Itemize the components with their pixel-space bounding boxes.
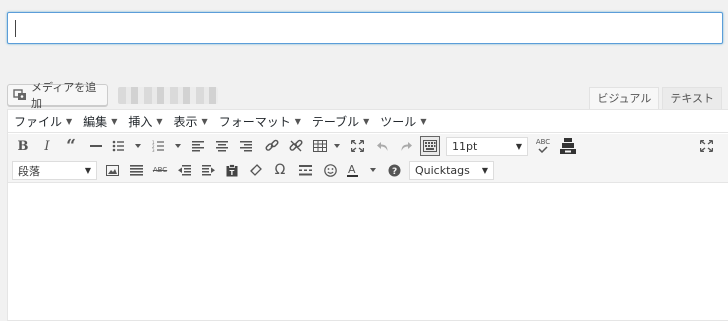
bullet-list-icon[interactable] [112, 136, 142, 156]
undo-icon[interactable] [374, 136, 390, 156]
horizontal-rule-icon[interactable] [88, 136, 104, 156]
special-char-icon[interactable]: Ω [272, 160, 288, 180]
quicktags-value: Quicktags [415, 164, 470, 177]
align-left-icon[interactable] [191, 136, 205, 156]
link-icon[interactable] [264, 136, 280, 156]
svg-text:?: ? [392, 167, 397, 177]
menu-format[interactable]: フォーマット ▼ [219, 113, 301, 130]
menu-tools[interactable]: ツール ▼ [380, 113, 426, 130]
media-icon [13, 89, 27, 101]
chevron-down-icon: ▼ [156, 116, 163, 126]
editor-content-area[interactable] [8, 184, 728, 320]
chevron-down-icon: ▼ [420, 116, 427, 126]
justify-icon[interactable] [128, 160, 144, 180]
text-caret [15, 20, 16, 37]
redo-icon[interactable] [398, 136, 414, 156]
paste-text-icon[interactable]: T [224, 160, 240, 180]
blurred-plugin-button[interactable] [118, 87, 218, 104]
quicktags-select[interactable]: Quicktags ▼ [409, 161, 494, 180]
blockquote-icon[interactable]: “ [63, 136, 79, 156]
svg-text:T: T [230, 169, 235, 177]
chevron-down-icon: ▼ [481, 166, 488, 175]
menu-edit[interactable]: 編集 ▼ [83, 113, 117, 130]
chevron-down-icon: ▼ [111, 116, 118, 126]
keyboard-toggle-icon[interactable] [420, 136, 440, 156]
chevron-down-icon: ▼ [515, 142, 522, 151]
align-right-icon[interactable] [239, 136, 253, 156]
align-center-icon[interactable] [215, 136, 229, 156]
outdent-icon[interactable] [176, 160, 192, 180]
editor-mode-tabs: ビジュアル テキスト [589, 87, 722, 109]
post-title-input[interactable] [7, 12, 723, 44]
chevron-down-icon: ▼ [294, 116, 301, 126]
editor-menubar: ファイル ▼ 編集 ▼ 挿入 ▼ 表示 ▼ フォーマット ▼ テーブル ▼ ツール ▼ [8, 110, 728, 133]
toolbar-row-1: B I “ 123 11pt ▼ ABC [8, 134, 728, 158]
font-size-value: 11pt [452, 140, 478, 153]
toolbar-toggle-icon[interactable] [559, 136, 577, 156]
read-more-icon[interactable] [297, 160, 313, 180]
chevron-down-icon: ▼ [66, 116, 73, 126]
italic-icon[interactable]: I [40, 136, 54, 156]
tab-text[interactable]: テキスト [662, 87, 722, 109]
toolbar-row-2: 段落 ▼ ABC T Ω A ? Quicktags ▼ [8, 158, 728, 183]
strikethrough-icon[interactable]: ABC [152, 160, 168, 180]
menu-insert[interactable]: 挿入 ▼ [128, 113, 162, 130]
add-media-label: メディアを追加 [31, 81, 97, 110]
emoji-icon[interactable] [322, 160, 338, 180]
menu-file[interactable]: ファイル ▼ [14, 113, 72, 130]
unlink-icon[interactable] [288, 136, 304, 156]
bold-icon[interactable]: B [16, 136, 30, 156]
paragraph-format-select[interactable]: 段落 ▼ [12, 161, 97, 180]
rich-text-editor: ファイル ▼ 編集 ▼ 挿入 ▼ 表示 ▼ フォーマット ▼ テーブル ▼ ツール ▼ B I… [7, 109, 728, 321]
chevron-down-icon: ▼ [84, 166, 91, 175]
menu-table[interactable]: テーブル ▼ [312, 113, 369, 130]
svg-text:3: 3 [152, 148, 155, 152]
distraction-free-icon[interactable] [698, 136, 714, 156]
help-icon[interactable]: ? [386, 160, 402, 180]
menu-view[interactable]: 表示 ▼ [174, 113, 208, 130]
paragraph-format-value: 段落 [18, 164, 40, 178]
text-color-icon[interactable]: A [346, 160, 378, 180]
spellcheck-label: ABC [535, 138, 551, 146]
tab-visual[interactable]: ビジュアル [589, 87, 660, 109]
clear-format-icon[interactable] [248, 160, 264, 180]
numbered-list-icon[interactable]: 123 [152, 136, 182, 156]
fullscreen-icon[interactable] [350, 136, 364, 156]
spellcheck-icon[interactable]: ABC [535, 136, 551, 156]
add-media-button[interactable]: メディアを追加 [7, 81, 108, 110]
chevron-down-icon: ▼ [363, 116, 370, 126]
font-size-select[interactable]: 11pt ▼ [446, 137, 528, 156]
image-icon[interactable] [104, 160, 120, 180]
svg-text:A: A [348, 163, 356, 176]
indent-icon[interactable] [200, 160, 216, 180]
table-icon[interactable] [313, 136, 343, 156]
chevron-down-icon: ▼ [201, 116, 208, 126]
